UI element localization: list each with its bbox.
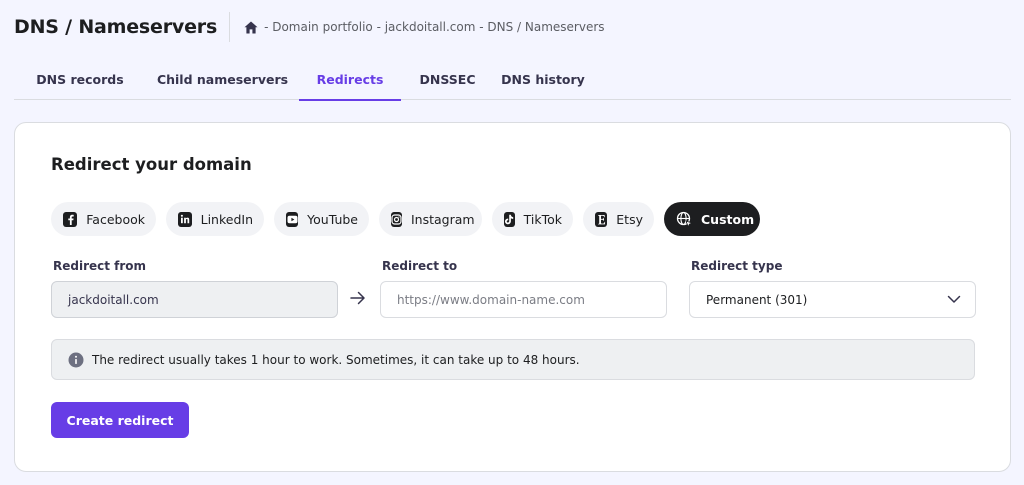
info-icon — [68, 352, 84, 367]
chip-instagram[interactable]: Instagram — [379, 202, 482, 236]
chip-label: Facebook — [86, 211, 145, 227]
linkedin-icon — [178, 211, 192, 227]
home-icon[interactable] — [244, 21, 258, 34]
tab-redirects[interactable]: Redirects — [299, 58, 401, 101]
chevron-down-icon — [947, 295, 961, 303]
globe-cursor-icon — [676, 211, 693, 228]
chip-label: Instagram — [411, 211, 475, 227]
facebook-icon — [63, 211, 78, 227]
card-title: Redirect your domain — [51, 155, 252, 174]
instagram-icon — [391, 211, 402, 227]
chip-linkedin[interactable]: LinkedIn — [166, 202, 264, 236]
breadcrumb: - Domain portfolio - jackdoitall.com - D… — [244, 20, 605, 34]
chip-custom[interactable]: Custom — [664, 202, 760, 236]
preset-chips: Facebook LinkedIn YouTube Instagram TikT… — [51, 202, 770, 236]
chip-label: YouTube — [307, 211, 358, 227]
youtube-icon — [286, 211, 299, 227]
redirect-from-label: Redirect from — [53, 259, 147, 273]
dns-tabs: DNS records Child nameservers Redirects … — [14, 58, 1011, 101]
tab-child-nameservers[interactable]: Child nameservers — [146, 58, 299, 100]
create-redirect-button[interactable]: Create redirect — [51, 402, 189, 438]
redirect-to-label: Redirect to — [382, 259, 458, 273]
tab-dnssec[interactable]: DNSSEC — [401, 58, 494, 100]
redirect-to-field[interactable] — [380, 281, 667, 318]
chip-tiktok[interactable]: TikTok — [492, 202, 573, 236]
page-header: DNS / Nameservers - Domain portfolio - j… — [14, 12, 605, 42]
redirect-from-field: jackdoitall.com — [51, 281, 338, 318]
header-divider — [229, 12, 231, 42]
tab-dns-history[interactable]: DNS history — [494, 58, 592, 100]
notice-text: The redirect usually takes 1 hour to wor… — [92, 352, 580, 367]
redirect-card: Redirect your domain Facebook LinkedIn Y… — [14, 122, 1011, 472]
info-notice: The redirect usually takes 1 hour to wor… — [51, 339, 975, 380]
redirect-type-select[interactable]: Permanent (301) — [689, 281, 976, 318]
tiktok-icon — [504, 211, 515, 227]
chip-label: Etsy — [616, 211, 643, 227]
breadcrumb-text[interactable]: - Domain portfolio - jackdoitall.com - D… — [264, 20, 604, 34]
redirect-type-label: Redirect type — [691, 259, 783, 273]
page-title: DNS / Nameservers — [14, 16, 218, 38]
chip-facebook[interactable]: Facebook — [51, 202, 156, 236]
redirect-to-input[interactable] — [397, 292, 650, 307]
redirect-from-value: jackdoitall.com — [68, 292, 159, 307]
tab-dns-records[interactable]: DNS records — [14, 58, 146, 100]
chip-label: LinkedIn — [200, 211, 253, 227]
chip-etsy[interactable]: Etsy — [583, 202, 654, 236]
chip-youtube[interactable]: YouTube — [274, 202, 369, 236]
chip-label: Custom — [701, 211, 755, 227]
etsy-icon — [595, 211, 608, 227]
arrow-right-icon — [350, 291, 365, 305]
redirect-type-value: Permanent (301) — [706, 292, 808, 307]
chip-label: TikTok — [523, 211, 562, 227]
